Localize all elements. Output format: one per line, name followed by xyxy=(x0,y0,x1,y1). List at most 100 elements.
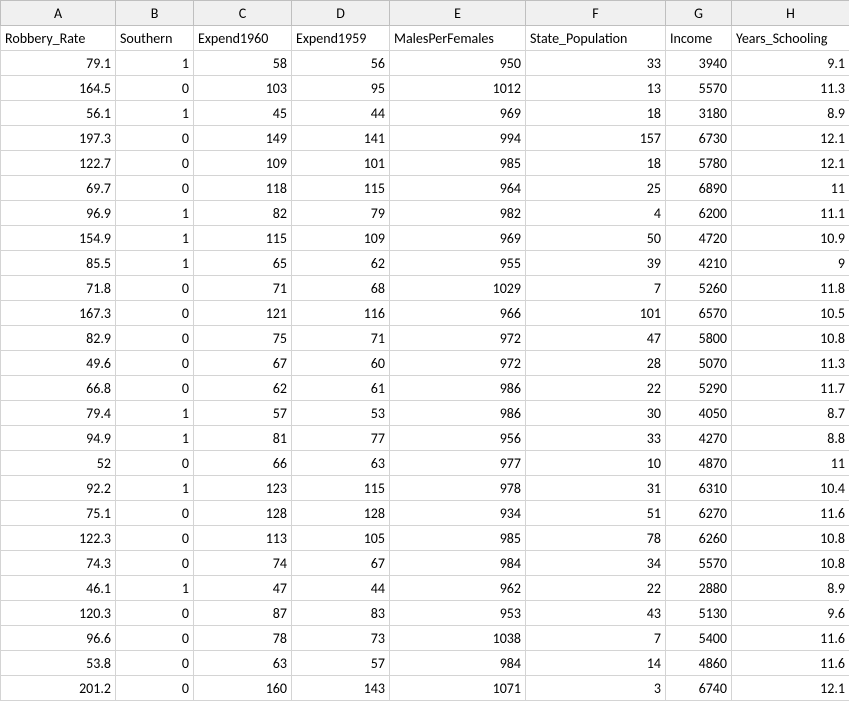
data-cell[interactable]: 31 xyxy=(526,476,666,501)
data-cell[interactable]: 6270 xyxy=(666,501,732,526)
data-cell[interactable]: 68 xyxy=(292,276,390,301)
data-cell[interactable]: 5070 xyxy=(666,351,732,376)
data-cell[interactable]: 113 xyxy=(194,526,292,551)
data-cell[interactable]: 96.6 xyxy=(1,626,116,651)
data-cell[interactable]: 7 xyxy=(526,626,666,651)
data-cell[interactable]: 1012 xyxy=(390,76,526,101)
data-cell[interactable]: 0 xyxy=(116,601,194,626)
data-cell[interactable]: 962 xyxy=(390,576,526,601)
data-cell[interactable]: 0 xyxy=(116,451,194,476)
data-cell[interactable]: 1038 xyxy=(390,626,526,651)
spreadsheet-table[interactable]: A B C D E F G H Robbery_RateSouthernExpe… xyxy=(0,0,849,701)
data-cell[interactable]: 5570 xyxy=(666,76,732,101)
data-cell[interactable]: 39 xyxy=(526,251,666,276)
data-cell[interactable]: 22 xyxy=(526,576,666,601)
data-cell[interactable]: 977 xyxy=(390,451,526,476)
data-cell[interactable]: 13 xyxy=(526,76,666,101)
data-cell[interactable]: 6890 xyxy=(666,176,732,201)
data-cell[interactable]: 12.1 xyxy=(732,126,849,151)
data-cell[interactable]: 11 xyxy=(732,451,849,476)
data-cell[interactable]: 5400 xyxy=(666,626,732,651)
data-cell[interactable]: 128 xyxy=(292,501,390,526)
data-cell[interactable]: 61 xyxy=(292,376,390,401)
data-cell[interactable]: 0 xyxy=(116,301,194,326)
data-cell[interactable]: 47 xyxy=(526,326,666,351)
data-cell[interactable]: 78 xyxy=(526,526,666,551)
data-cell[interactable]: 30 xyxy=(526,401,666,426)
data-cell[interactable]: 101 xyxy=(292,151,390,176)
data-cell[interactable]: 63 xyxy=(194,651,292,676)
data-cell[interactable]: 12.1 xyxy=(732,151,849,176)
data-cell[interactable]: 103 xyxy=(194,76,292,101)
data-cell[interactable]: 0 xyxy=(116,376,194,401)
field-header-cell[interactable]: Expend1960 xyxy=(194,26,292,51)
data-cell[interactable]: 6730 xyxy=(666,126,732,151)
data-cell[interactable]: 71 xyxy=(292,326,390,351)
data-cell[interactable]: 115 xyxy=(292,476,390,501)
data-cell[interactable]: 11.7 xyxy=(732,376,849,401)
data-cell[interactable]: 950 xyxy=(390,51,526,76)
col-header-C[interactable]: C xyxy=(194,1,292,26)
data-cell[interactable]: 67 xyxy=(194,351,292,376)
data-cell[interactable]: 978 xyxy=(390,476,526,501)
data-cell[interactable]: 123 xyxy=(194,476,292,501)
data-cell[interactable]: 986 xyxy=(390,376,526,401)
data-cell[interactable]: 92.2 xyxy=(1,476,116,501)
data-cell[interactable]: 82 xyxy=(194,201,292,226)
data-cell[interactable]: 969 xyxy=(390,226,526,251)
data-cell[interactable]: 85.5 xyxy=(1,251,116,276)
data-cell[interactable]: 7 xyxy=(526,276,666,301)
data-cell[interactable]: 77 xyxy=(292,426,390,451)
data-cell[interactable]: 62 xyxy=(194,376,292,401)
data-cell[interactable]: 33 xyxy=(526,426,666,451)
data-cell[interactable]: 4050 xyxy=(666,401,732,426)
data-cell[interactable]: 79 xyxy=(292,201,390,226)
data-cell[interactable]: 8.7 xyxy=(732,401,849,426)
field-header-cell[interactable]: Income xyxy=(666,26,732,51)
data-cell[interactable]: 11.1 xyxy=(732,201,849,226)
data-cell[interactable]: 10.8 xyxy=(732,551,849,576)
col-header-G[interactable]: G xyxy=(666,1,732,26)
data-cell[interactable]: 28 xyxy=(526,351,666,376)
data-cell[interactable]: 50 xyxy=(526,226,666,251)
data-cell[interactable]: 4210 xyxy=(666,251,732,276)
data-cell[interactable]: 6570 xyxy=(666,301,732,326)
data-cell[interactable]: 18 xyxy=(526,101,666,126)
data-cell[interactable]: 141 xyxy=(292,126,390,151)
data-cell[interactable]: 81 xyxy=(194,426,292,451)
data-cell[interactable]: 5290 xyxy=(666,376,732,401)
data-cell[interactable]: 982 xyxy=(390,201,526,226)
data-cell[interactable]: 116 xyxy=(292,301,390,326)
data-cell[interactable]: 972 xyxy=(390,326,526,351)
data-cell[interactable]: 74.3 xyxy=(1,551,116,576)
data-cell[interactable]: 1 xyxy=(116,576,194,601)
data-cell[interactable]: 56.1 xyxy=(1,101,116,126)
data-cell[interactable]: 9.6 xyxy=(732,601,849,626)
data-cell[interactable]: 0 xyxy=(116,526,194,551)
data-cell[interactable]: 73 xyxy=(292,626,390,651)
data-cell[interactable]: 4860 xyxy=(666,651,732,676)
data-cell[interactable]: 0 xyxy=(116,276,194,301)
data-cell[interactable]: 956 xyxy=(390,426,526,451)
col-header-H[interactable]: H xyxy=(732,1,849,26)
data-cell[interactable]: 46.1 xyxy=(1,576,116,601)
data-cell[interactable]: 9 xyxy=(732,251,849,276)
data-cell[interactable]: 3180 xyxy=(666,101,732,126)
col-header-E[interactable]: E xyxy=(390,1,526,26)
data-cell[interactable]: 122.3 xyxy=(1,526,116,551)
data-cell[interactable]: 96.9 xyxy=(1,201,116,226)
data-cell[interactable]: 985 xyxy=(390,151,526,176)
data-cell[interactable]: 10.5 xyxy=(732,301,849,326)
field-header-cell[interactable]: Robbery_Rate xyxy=(1,26,116,51)
data-cell[interactable]: 5780 xyxy=(666,151,732,176)
data-cell[interactable]: 201.2 xyxy=(1,676,116,701)
data-cell[interactable]: 22 xyxy=(526,376,666,401)
data-cell[interactable]: 62 xyxy=(292,251,390,276)
data-cell[interactable]: 47 xyxy=(194,576,292,601)
data-cell[interactable]: 1 xyxy=(116,201,194,226)
data-cell[interactable]: 8.8 xyxy=(732,426,849,451)
data-cell[interactable]: 109 xyxy=(194,151,292,176)
data-cell[interactable]: 105 xyxy=(292,526,390,551)
data-cell[interactable]: 79.1 xyxy=(1,51,116,76)
data-cell[interactable]: 964 xyxy=(390,176,526,201)
